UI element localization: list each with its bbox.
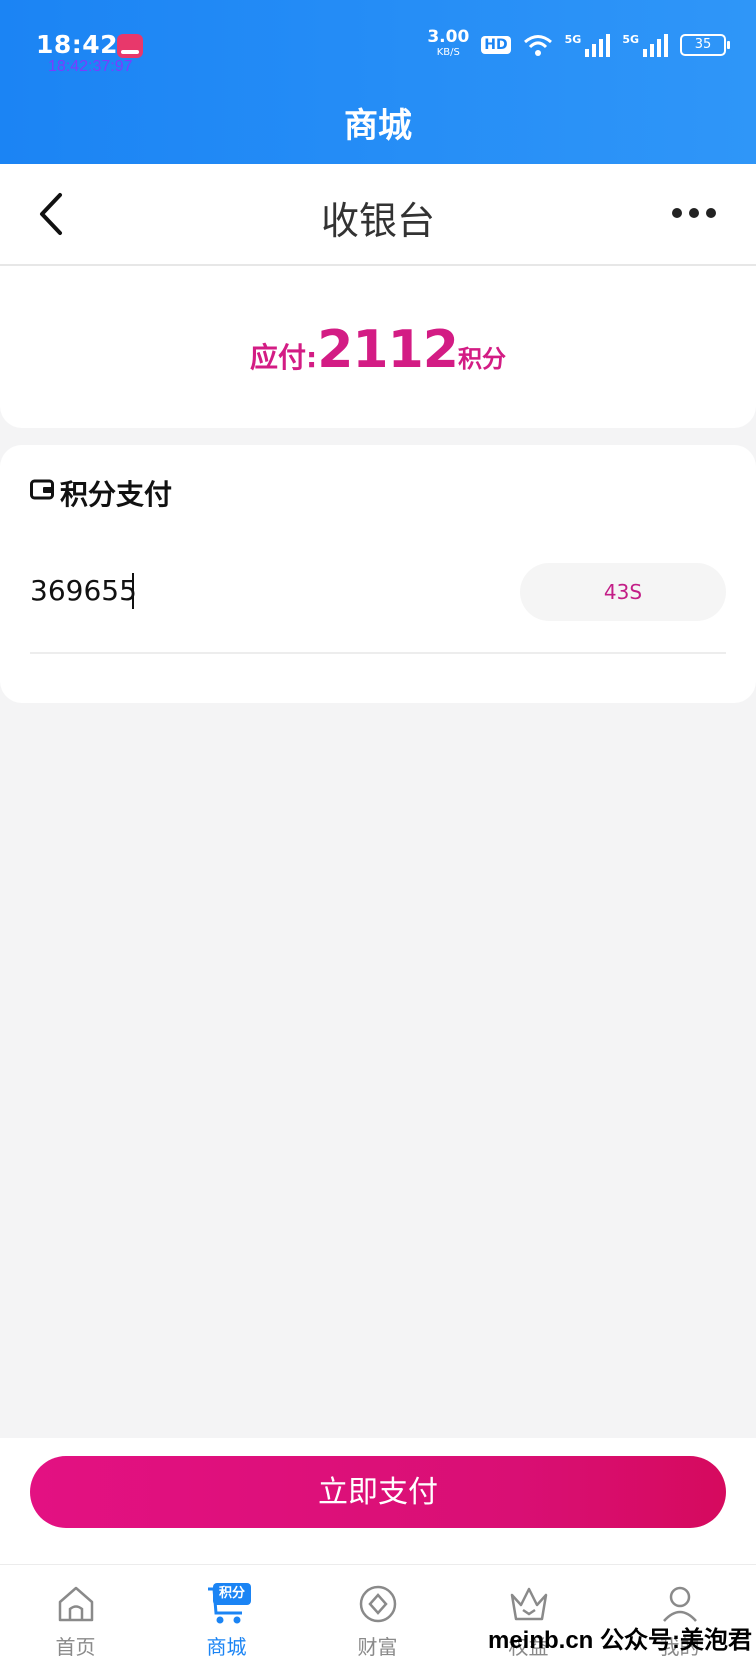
tab-mall[interactable]: 积分 商城	[151, 1565, 302, 1664]
hd-icon: HD	[481, 36, 511, 54]
verification-code-input[interactable]	[30, 565, 430, 615]
watermark: meinb.cn 公众号:美泡君	[487, 1627, 752, 1654]
text-caret	[132, 573, 134, 609]
app-notification-icon	[117, 34, 143, 58]
pay-now-button[interactable]: 立即支付	[30, 1456, 726, 1528]
nav-bar: 收银台	[0, 164, 756, 266]
status-clock-overlay: 18:42:37:97	[48, 58, 133, 75]
signal-icon	[585, 33, 611, 57]
resend-code-countdown-button[interactable]: 43S	[520, 563, 726, 621]
dot-icon	[689, 208, 699, 218]
divider	[30, 652, 726, 654]
action-bar: 立即支付	[0, 1438, 756, 1564]
signal-icon	[643, 33, 668, 57]
status-time: 18:42	[36, 30, 119, 59]
tab-label: 首页	[55, 1635, 96, 1659]
tab-wealth[interactable]: 财富	[302, 1565, 453, 1664]
signal-label-1: 5G	[564, 32, 582, 46]
wifi-icon	[523, 35, 552, 56]
amount-unit: 积分	[457, 345, 506, 373]
amount-card: 应付:2112积分	[0, 266, 756, 428]
payment-method-title: 积分支付	[60, 478, 173, 511]
page-title: 收银台	[320, 199, 435, 243]
user-icon	[663, 1586, 697, 1622]
more-button[interactable]	[672, 200, 716, 226]
tab-label: 财富	[357, 1635, 398, 1659]
tab-home[interactable]: 首页	[0, 1565, 151, 1664]
amount-value: 2112	[317, 320, 459, 380]
tab-badge: 积分	[213, 1583, 251, 1605]
battery-icon: 35	[680, 34, 730, 56]
amount-label: 应付:	[250, 341, 318, 374]
crown-icon	[510, 1587, 548, 1621]
home-icon	[58, 1586, 94, 1622]
dot-icon	[706, 208, 716, 218]
coin-icon	[359, 1585, 397, 1623]
signal-label-2: 5G	[622, 32, 639, 46]
amount-due: 应付:2112积分	[0, 320, 756, 380]
tab-label: 商城	[206, 1635, 247, 1659]
header-title: 商城	[344, 106, 412, 146]
net-speed-value: 3.00	[427, 27, 470, 47]
payment-card: 积分支付 43S	[0, 445, 756, 703]
status-icons: 3.00 KB/S HD 5G 5G 35	[427, 27, 730, 62]
dot-icon	[672, 208, 682, 218]
wallet-icon	[30, 479, 54, 500]
net-speed: 3.00 KB/S	[427, 27, 470, 60]
top-header: 18:42 18:42:37:97 3.00 KB/S HD 5G 5G 35 …	[0, 0, 756, 164]
net-speed-unit: KB/S	[436, 47, 460, 58]
